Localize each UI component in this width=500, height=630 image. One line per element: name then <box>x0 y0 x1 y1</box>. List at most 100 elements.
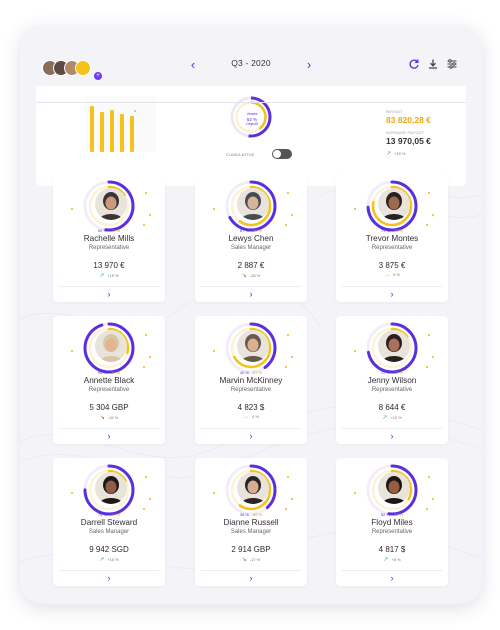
filter-icon[interactable] <box>446 58 458 70</box>
rep-card[interactable]: 52 % 15 % Rachelle Mills Representative 13 9… <box>53 174 165 302</box>
decor-dot <box>426 366 428 368</box>
chevron-right-icon[interactable]: › <box>302 56 316 74</box>
chart-bar <box>130 116 134 152</box>
rep-trend: ↘ -17 % <box>195 556 307 563</box>
decor-dot <box>145 192 147 194</box>
decor-dot <box>428 476 430 478</box>
expand-chevron-icon[interactable]: › <box>245 430 257 442</box>
progress-percentages: 95 % 29 % <box>53 370 165 375</box>
rep-role: Representative <box>230 387 272 393</box>
divider <box>59 286 159 287</box>
rep-card[interactable]: 38 % 60 % Dianne Russell Sales Manager 2 914… <box>195 458 307 586</box>
decor-dot <box>285 224 287 226</box>
kpi-block: PAYOUT 83 820,28 € AVERAGE PAYOUT 13 970… <box>386 110 466 157</box>
secondary-percent: 60 % <box>253 512 263 517</box>
expand-chevron-icon[interactable]: › <box>245 288 257 300</box>
divider <box>342 286 442 287</box>
cumulative-toggle[interactable] <box>272 149 292 159</box>
trend-text: -16 % <box>107 415 119 420</box>
decor-dot <box>432 214 434 216</box>
chevron-left-icon[interactable]: ‹ <box>186 56 200 74</box>
avatar <box>378 330 410 362</box>
chart-bar <box>100 112 104 152</box>
divider <box>201 286 301 287</box>
expand-chevron-icon[interactable]: › <box>386 288 398 300</box>
add-user-icon[interactable]: + <box>94 72 102 80</box>
trend-text: -28 % <box>249 273 261 278</box>
trend-flat-icon: → <box>384 272 391 278</box>
rep-trend: ↘ -28 % <box>195 272 307 279</box>
progress-percentages: 52 % 15 % <box>53 228 165 233</box>
toggle-knob <box>273 150 281 158</box>
ring-caption-bottom: Objectif <box>246 122 258 126</box>
summary-panel: Ventes 52 % Objectif CUMULATIVE PAYOUT 8… <box>36 86 466 186</box>
rep-trend: ↘ -16 % <box>53 414 165 421</box>
payout-mini-chart <box>86 94 156 164</box>
avatar <box>95 188 127 220</box>
expand-chevron-icon[interactable]: › <box>386 572 398 584</box>
expand-chevron-icon[interactable]: › <box>386 430 398 442</box>
average-payout-value: 13 970,05 € <box>386 136 431 146</box>
rep-role: Sales Manager <box>230 245 272 251</box>
rep-card[interactable]: 67 % 60 % Lewys Chen Sales Manager 2 887 € ↘ -… <box>195 174 307 302</box>
refresh-icon[interactable] <box>408 58 420 70</box>
trend-down-icon: ↘ <box>241 273 247 279</box>
rep-trend: → 0 % <box>336 272 448 278</box>
avatar <box>378 188 410 220</box>
decor-dot <box>354 350 356 352</box>
progress-percentages: 40 % 67 % <box>195 370 307 375</box>
decor-dot <box>149 498 151 500</box>
chart-marker <box>134 110 136 112</box>
rep-card[interactable]: 72 % 15 % Jenny Wilson Representative 8 644 … <box>336 316 448 444</box>
avatar <box>75 60 91 76</box>
rep-role: Representative <box>371 245 413 251</box>
decor-dot <box>149 356 151 358</box>
progress-percentages: 52 % 33 % <box>336 512 448 517</box>
target-percent: 74 % <box>380 228 390 233</box>
chart-bar <box>120 114 124 152</box>
secondary-percent: 15 % <box>111 228 121 233</box>
divider <box>201 428 301 429</box>
decor-dot <box>285 508 287 510</box>
rep-card[interactable]: 40 % 67 % Marvin McKinney Representative 4 8… <box>195 316 307 444</box>
rep-amount: 8 644 € <box>378 403 406 412</box>
decor-dot <box>287 192 289 194</box>
cumulative-label: CUMULATIVE <box>226 152 255 157</box>
rep-name: Jenny Wilson <box>367 376 417 385</box>
secondary-percent: 29 % <box>111 370 121 375</box>
period-label: Q3 - 2020 <box>231 58 271 68</box>
expand-chevron-icon[interactable]: › <box>103 572 115 584</box>
decor-dot <box>71 492 73 494</box>
average-payout-label: AVERAGE PAYOUT <box>386 131 425 135</box>
decor-dot <box>213 350 215 352</box>
progress-percentages: 74 % 78 % <box>336 228 448 233</box>
decor-dot <box>428 192 430 194</box>
decor-dot <box>71 208 73 210</box>
rep-card[interactable]: 74 % 78 % Trevor Montes Representative 3 875… <box>336 174 448 302</box>
decor-dot <box>285 366 287 368</box>
expand-chevron-icon[interactable]: › <box>103 430 115 442</box>
progress-percentages: 75 % 17 % <box>53 512 165 517</box>
progress-percentages: 38 % 60 % <box>195 512 307 517</box>
rep-name: Darrell Steward <box>80 518 138 527</box>
rep-name: Trevor Montes <box>365 234 419 243</box>
decor-dot <box>354 492 356 494</box>
expand-chevron-icon[interactable]: › <box>103 288 115 300</box>
target-percent: 40 % <box>239 370 249 375</box>
expand-chevron-icon[interactable]: › <box>245 572 257 584</box>
rep-trend: → 0 % <box>195 414 307 420</box>
decor-dot <box>149 214 151 216</box>
rep-trend: ↗ +15 % <box>53 556 165 563</box>
rep-card[interactable]: 95 % 29 % Annette Black Representative 5 304… <box>53 316 165 444</box>
rep-card[interactable]: 75 % 17 % Darrell Steward Sales Manager 9 94… <box>53 458 165 586</box>
rep-card[interactable]: 52 % 33 % Floyd Miles Representative 4 817 $… <box>336 458 448 586</box>
chart-bar <box>90 106 94 152</box>
trend-text: +15 % <box>107 273 119 278</box>
trend-text: 0 % <box>252 414 259 419</box>
download-icon[interactable] <box>427 58 439 70</box>
rep-name: Lewys Chen <box>228 234 274 243</box>
decor-dot <box>143 224 145 226</box>
payout-value: 83 820,28 € <box>386 115 431 125</box>
progress-percentages: 72 % 15 % <box>336 370 448 375</box>
rep-amount: 3 875 € <box>378 261 406 270</box>
